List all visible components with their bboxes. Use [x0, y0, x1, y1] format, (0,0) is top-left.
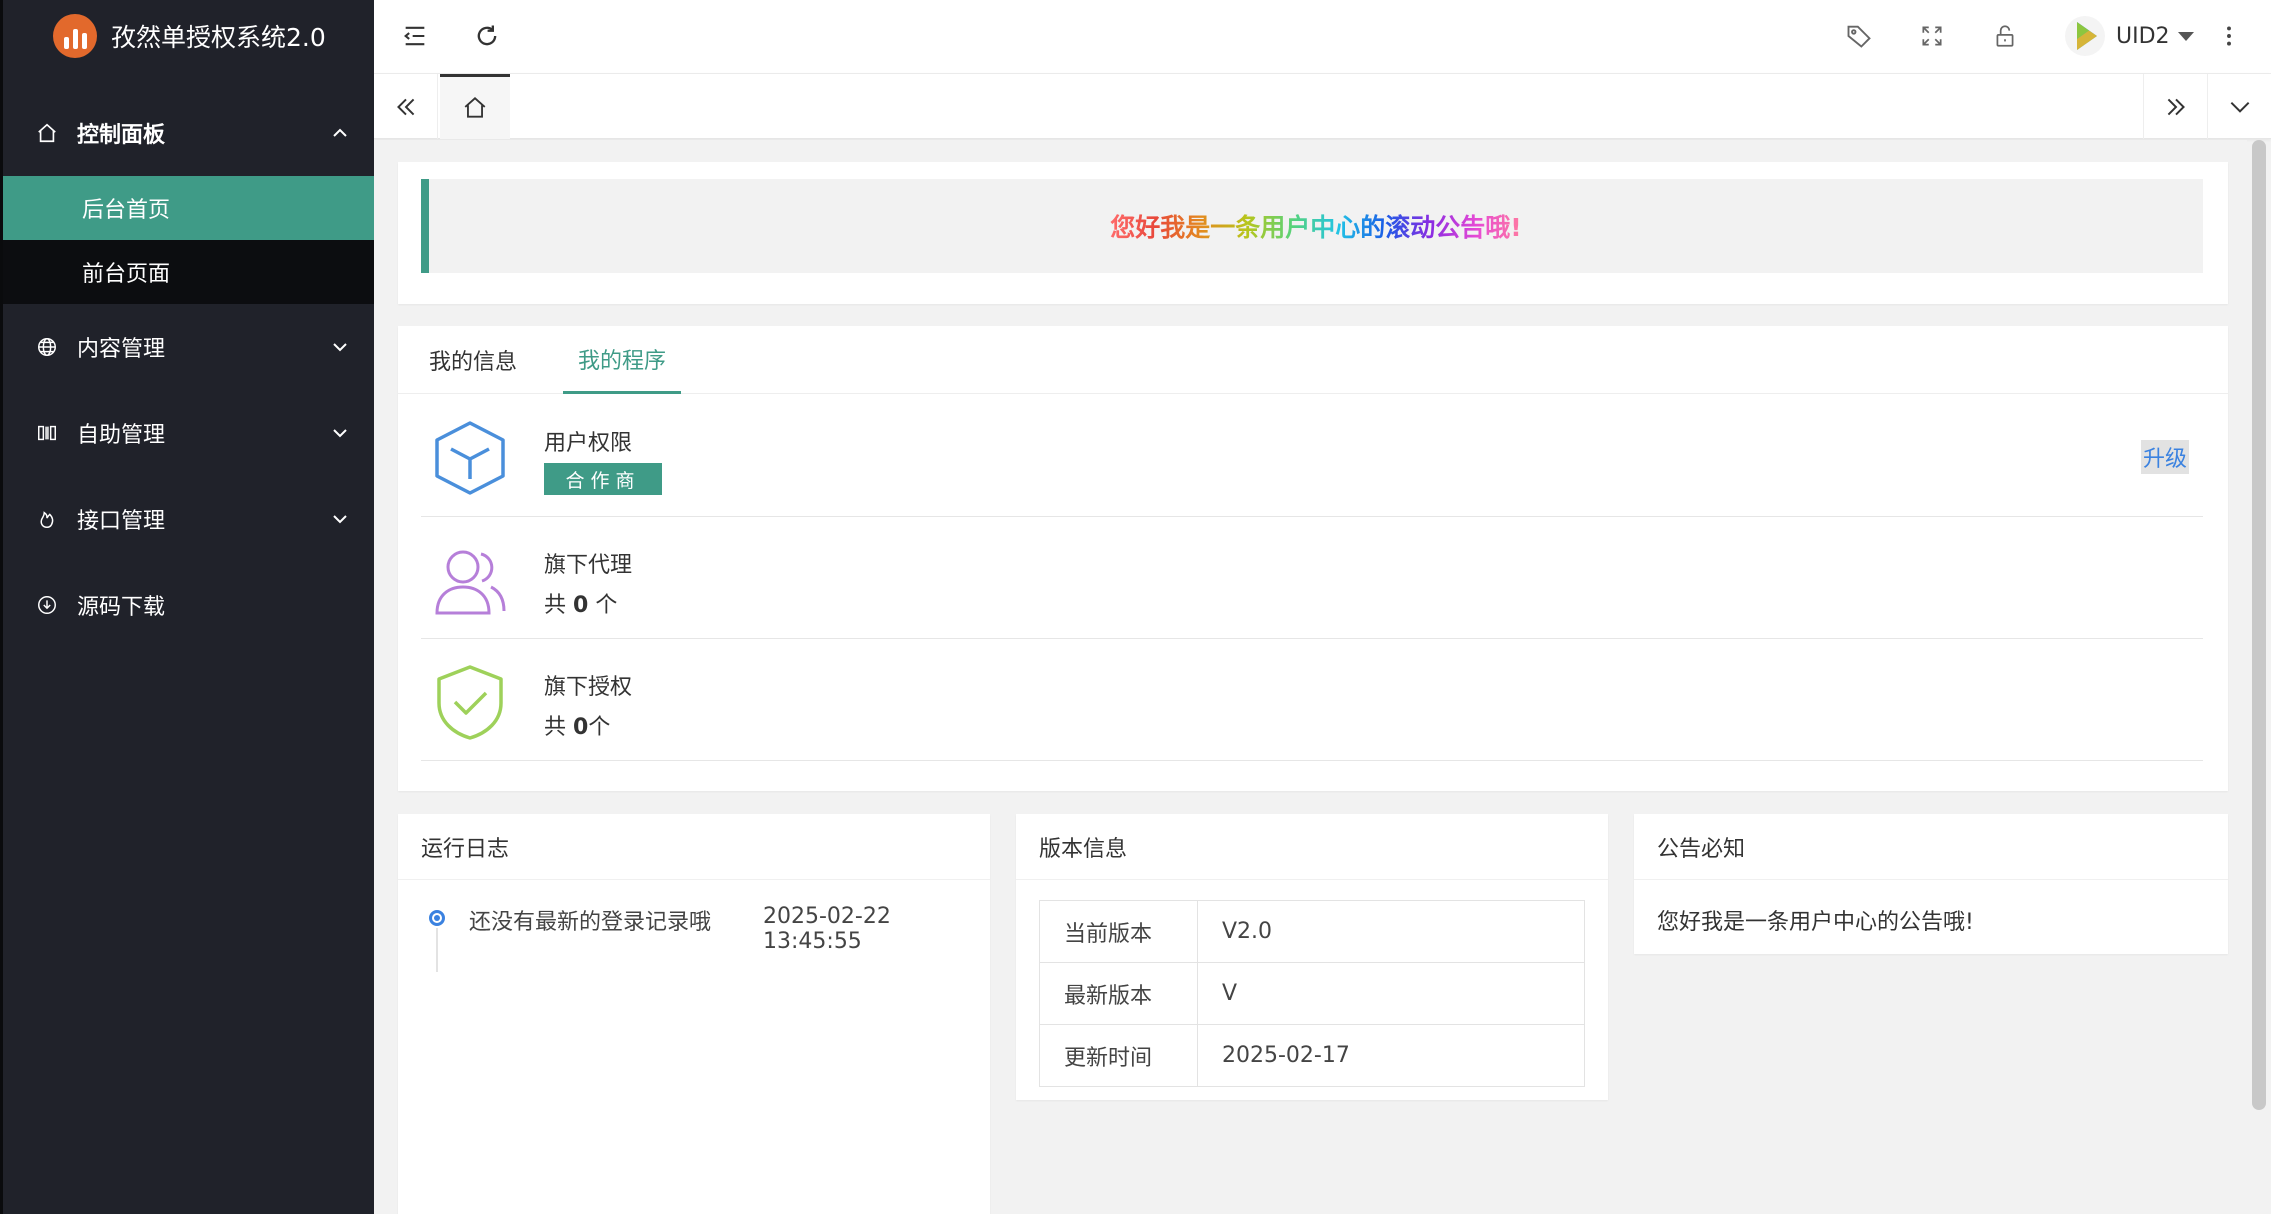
app-logo[interactable]: 孜然单授权系统2.0: [3, 0, 374, 72]
fullscreen-icon[interactable]: [1915, 19, 1949, 53]
refresh-icon[interactable]: [470, 19, 504, 53]
avatar: [2065, 16, 2105, 56]
tab-home[interactable]: [440, 74, 510, 139]
tag-icon[interactable]: [1842, 19, 1876, 53]
table-row: 更新时间 2025-02-17: [1039, 1024, 1585, 1087]
more-vertical-icon[interactable]: [2212, 19, 2246, 53]
licenses-title: 旗下授权: [544, 675, 633, 700]
download-circle-icon: [35, 593, 59, 617]
double-chevron-left-icon: [396, 98, 414, 115]
timeline-line: [436, 928, 438, 972]
sidebar-submenu: 后台首页 前台页面: [3, 176, 374, 304]
agents-count: 0: [573, 593, 589, 618]
program-row-licenses: 旗下授权 共 0个: [421, 639, 2203, 761]
scrolling-notice: 您好我是一条用户中心的滚动公告哦!: [421, 179, 2203, 273]
permission-title: 用户权限: [544, 431, 633, 456]
table-row: 当前版本 V2.0: [1039, 900, 1585, 963]
globe-icon: [35, 335, 59, 359]
scroll-tabs-left-button[interactable]: [374, 74, 438, 139]
log-entry-text: 还没有最新的登录记录哦: [469, 910, 712, 935]
shield-check-icon: [437, 665, 503, 740]
announcement-card: 公告必知 您好我是一条用户中心的公告哦!: [1634, 814, 2228, 954]
caret-down-icon: [2177, 31, 2194, 41]
tab-my-programs[interactable]: 我的程序: [563, 326, 682, 394]
version-info-title: 版本信息: [1016, 814, 1608, 880]
version-value: V2.0: [1197, 900, 1585, 963]
vertical-scrollbar[interactable]: [2252, 140, 2266, 1110]
upgrade-link[interactable]: 升级: [2140, 440, 2189, 474]
sidebar-item-label: 内容管理: [77, 337, 166, 362]
licenses-count-line: 共 0个: [544, 709, 610, 741]
licenses-count: 0: [573, 715, 589, 740]
home-icon: [35, 121, 59, 145]
user-menu[interactable]: UID2: [2064, 14, 2194, 58]
version-value: 2025-02-17: [1197, 1024, 1585, 1087]
sidebar-subitem-admin-home[interactable]: 后台首页: [3, 176, 374, 240]
sidebar: 孜然单授权系统2.0 控制面板 后台首页 前台页面 内容管理 自助管理 接口管理: [0, 0, 374, 1214]
log-entry-time: 2025-02-22 13:45:55: [763, 904, 891, 954]
agents-title: 旗下代理: [544, 553, 633, 578]
run-log-card: 运行日志 还没有最新的登录记录哦 2025-02-22 13:45:55: [398, 814, 990, 1214]
version-key: 更新时间: [1039, 1024, 1198, 1087]
home-icon: [464, 97, 486, 118]
timeline-dot: [429, 910, 445, 926]
chevron-down-icon: [333, 515, 347, 524]
version-key: 当前版本: [1039, 900, 1198, 963]
logo-icon: [53, 14, 97, 58]
page-tab-bar: [374, 74, 2271, 139]
sidebar-item-label: 自助管理: [77, 423, 166, 448]
user-name: UID2: [2116, 23, 2170, 49]
sidebar-subitem-frontend[interactable]: 前台页面: [3, 240, 374, 304]
users-icon: [435, 550, 506, 615]
app-title: 孜然单授权系统2.0: [111, 23, 326, 52]
chevron-up-icon: [333, 128, 347, 137]
agents-count-suffix: 个: [595, 593, 618, 618]
announcement-title: 公告必知: [1634, 814, 2228, 880]
sidebar-item-label: 接口管理: [77, 509, 166, 534]
program-row-permission: 用户权限 合作商 升级: [421, 395, 2203, 517]
table-row: 最新版本 V: [1039, 962, 1585, 1025]
run-log-title: 运行日志: [398, 814, 990, 880]
program-row-agents: 旗下代理 共 0 个: [421, 517, 2203, 639]
double-chevron-right-icon: [2167, 98, 2185, 115]
lock-icon[interactable]: [1988, 19, 2022, 53]
sidebar-item-label: 控制面板: [77, 123, 166, 148]
agents-count-line: 共 0 个: [544, 587, 617, 619]
licenses-count-suffix: 个: [588, 715, 611, 740]
announcement-text: 您好我是一条用户中心的公告哦!: [1657, 910, 1974, 935]
version-table: 当前版本 V2.0 最新版本 V 更新时间 2025-02-17: [1039, 900, 1585, 1087]
sidebar-item-label: 源码下载: [77, 595, 166, 620]
notice-card: 您好我是一条用户中心的滚动公告哦!: [398, 162, 2228, 304]
version-value: V: [1197, 962, 1585, 1025]
sidebar-item-api[interactable]: 接口管理: [3, 476, 374, 562]
tabs-header: 我的信息 我的程序: [398, 326, 2228, 394]
tab-options-dropdown[interactable]: [2207, 74, 2271, 139]
chevron-down-icon: [2230, 101, 2249, 113]
role-badge: 合作商: [544, 463, 662, 495]
version-key: 最新版本: [1039, 962, 1198, 1025]
sidebar-item-dashboard[interactable]: 控制面板: [3, 90, 374, 176]
program-tabs-card: 我的信息 我的程序 用户权限 合作商 升级 旗下代理 共 0 个 旗下授权 共 …: [398, 326, 2228, 791]
notice-marquee-text: 您好我是一条用户中心的滚动公告哦!: [1110, 208, 1521, 244]
version-info-card: 版本信息 当前版本 V2.0 最新版本 V 更新时间 2025-02-17: [1016, 814, 1608, 1100]
columns-icon: [35, 421, 59, 445]
scroll-tabs-right-button[interactable]: [2143, 74, 2207, 139]
tab-my-info[interactable]: 我的信息: [429, 326, 517, 394]
licenses-count-prefix: 共: [544, 715, 567, 740]
agents-count-prefix: 共: [544, 593, 567, 618]
chevron-down-icon: [333, 343, 347, 352]
top-header: UID2: [374, 0, 2271, 74]
cube-icon: [435, 421, 505, 495]
menu-collapse-icon[interactable]: [398, 19, 432, 53]
sidebar-item-content[interactable]: 内容管理: [3, 304, 374, 390]
chevron-down-icon: [333, 429, 347, 438]
fire-icon: [35, 507, 59, 531]
sidebar-item-self-service[interactable]: 自助管理: [3, 390, 374, 476]
sidebar-item-download[interactable]: 源码下载: [3, 562, 374, 648]
main-content: 您好我是一条用户中心的滚动公告哦! 我的信息 我的程序 用户权限 合作商 升级 …: [374, 140, 2247, 1214]
